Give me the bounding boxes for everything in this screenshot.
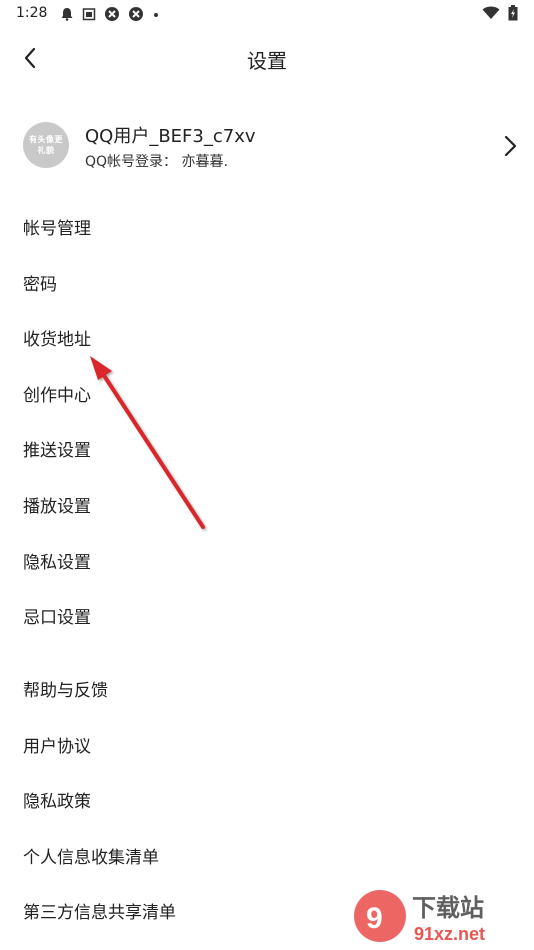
system-icons bbox=[482, 5, 518, 21]
watermark-domain: 91xz.net bbox=[414, 924, 485, 944]
status-bar: 1:28 bbox=[0, 0, 534, 30]
menu-item-push-settings[interactable]: 推送设置 bbox=[23, 435, 503, 467]
avatar[interactable]: 有头像更礼貌 bbox=[23, 122, 69, 168]
chevron-right-icon bbox=[504, 135, 517, 157]
menu-item-privacy-policy[interactable]: 隐私政策 bbox=[23, 786, 503, 818]
menu-item-password[interactable]: 密码 bbox=[23, 269, 503, 301]
menu-item-diet-settings[interactable]: 忌口设置 bbox=[23, 602, 503, 634]
menu-item-personal-info-list[interactable]: 个人信息收集清单 bbox=[23, 842, 503, 874]
bell-icon bbox=[61, 8, 73, 21]
menu-item-account-management[interactable]: 帐号管理 bbox=[23, 213, 503, 245]
battery-icon bbox=[508, 5, 518, 21]
profile-name: QQ用户_BEF3_c7xv bbox=[85, 126, 256, 147]
app-icon-2 bbox=[129, 7, 143, 21]
watermark-logo: 9 下载站 91xz.net bbox=[354, 890, 485, 944]
notification-icons bbox=[60, 6, 160, 22]
menu-item-creator-center[interactable]: 创作中心 bbox=[23, 380, 503, 412]
watermark-brand: 下载站 bbox=[412, 894, 484, 922]
page-title: 设置 bbox=[247, 49, 287, 73]
menu-item-user-agreement[interactable]: 用户协议 bbox=[23, 731, 503, 763]
more-dot-icon bbox=[154, 13, 158, 17]
wifi-icon bbox=[482, 6, 500, 19]
menu-item-playback-settings[interactable]: 播放设置 bbox=[23, 491, 503, 523]
profile-login-info: QQ帐号登录： 亦暮暮. bbox=[85, 154, 228, 170]
calendar-icon bbox=[82, 8, 96, 21]
menu-item-help-feedback[interactable]: 帮助与反馈 bbox=[23, 675, 503, 707]
menu-item-privacy-settings[interactable]: 隐私设置 bbox=[23, 547, 503, 579]
app-icon bbox=[105, 7, 119, 21]
menu-item-shipping-address[interactable]: 收货地址 bbox=[23, 324, 503, 356]
avatar-text: 有头像更礼貌 bbox=[29, 135, 63, 155]
status-time: 1:28 bbox=[16, 5, 48, 21]
profile-card[interactable]: 有头像更礼貌 QQ用户_BEF3_c7xv QQ帐号登录： 亦暮暮. bbox=[0, 116, 534, 176]
svg-text:9: 9 bbox=[366, 902, 383, 935]
header: 设置 bbox=[0, 30, 534, 86]
